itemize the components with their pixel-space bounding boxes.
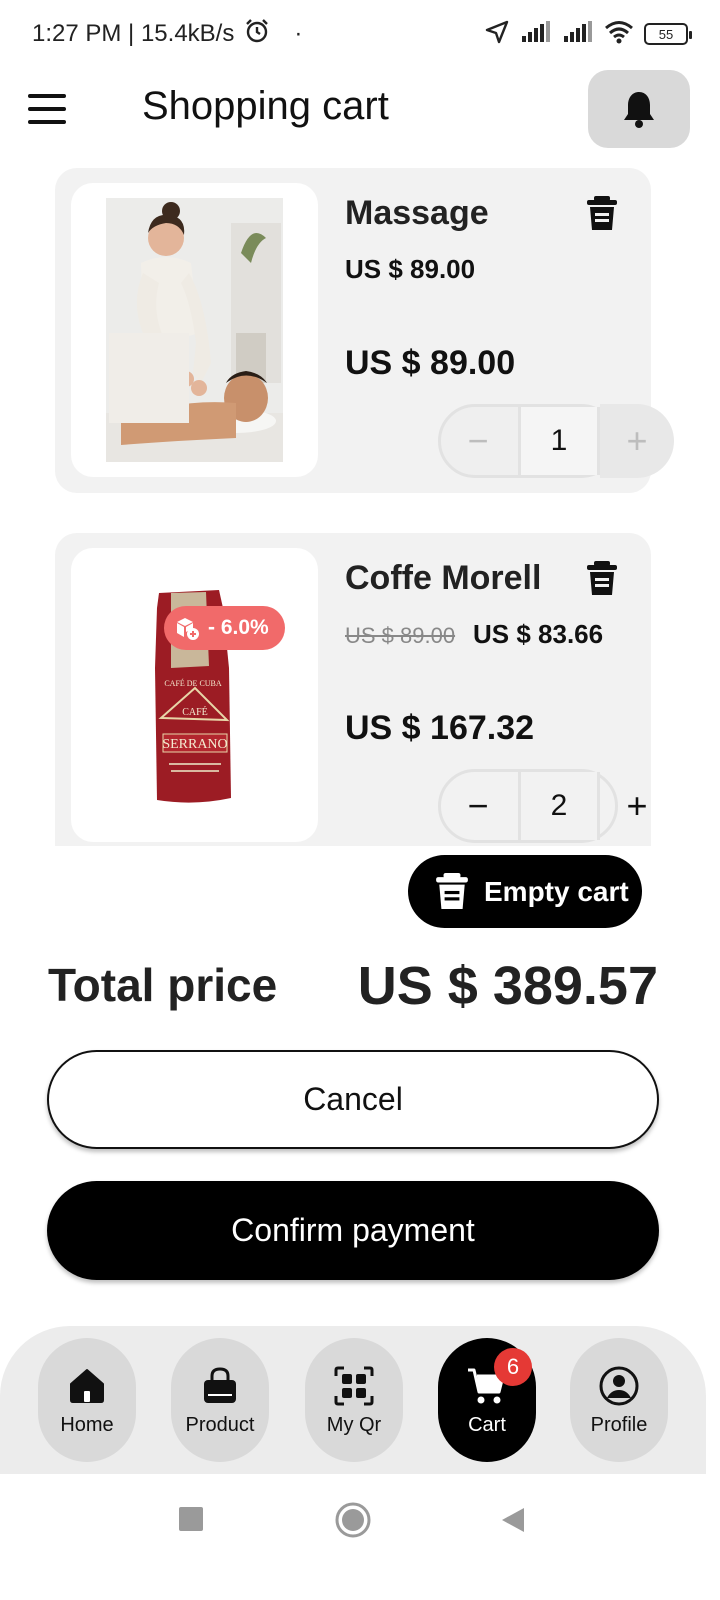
back-button[interactable] xyxy=(500,1506,526,1539)
status-time: 1:27 PM | 15.4kB/s xyxy=(32,20,235,47)
bell-icon xyxy=(624,92,654,128)
location-icon xyxy=(484,19,510,50)
item-subtotal: US $ 89.00 xyxy=(345,344,516,382)
nav-label: Profile xyxy=(590,1413,648,1436)
product-image-coffee: SERRANO CAFÉ CAFÉ DE CUBA - 6.0% xyxy=(71,548,318,842)
delete-item-button[interactable] xyxy=(585,561,619,597)
page-title: Shopping cart xyxy=(142,84,389,128)
system-navigation xyxy=(0,1474,720,1600)
bottom-navigation: Home Product My Qr Cart 6 Profile xyxy=(0,1326,706,1474)
wifi-icon xyxy=(604,20,634,49)
delete-item-button[interactable] xyxy=(585,196,619,232)
bag-icon xyxy=(204,1366,236,1403)
unit-price: US $ 89.00 xyxy=(345,254,476,284)
discount-badge: - 6.0% xyxy=(164,606,285,650)
status-right: 55 xyxy=(484,19,692,50)
qr-icon xyxy=(334,1366,374,1405)
increase-button[interactable]: + xyxy=(600,769,674,843)
square-icon xyxy=(179,1507,203,1531)
package-name: SERRANO xyxy=(162,737,227,752)
notifications-button[interactable] xyxy=(588,70,690,148)
trash-icon xyxy=(587,561,617,595)
app-header: Shopping cart xyxy=(0,68,720,154)
nav-item-profile[interactable]: Profile xyxy=(570,1338,668,1462)
quantity-value: 1 xyxy=(518,407,600,475)
menu-line xyxy=(28,120,66,124)
empty-cart-button[interactable]: Empty cart xyxy=(408,855,642,928)
trash-icon xyxy=(436,872,468,909)
menu-icon[interactable] xyxy=(28,94,66,124)
item-name: Massage xyxy=(345,194,489,232)
profile-icon xyxy=(599,1366,639,1405)
home-icon xyxy=(70,1368,104,1403)
quantity-stepper: − 1 + xyxy=(438,404,674,478)
circle-icon xyxy=(335,1502,371,1538)
nav-item-home[interactable]: Home xyxy=(38,1338,136,1462)
trash-icon xyxy=(587,196,617,230)
decrease-button[interactable]: − xyxy=(438,404,518,478)
nav-label: Product xyxy=(185,1413,255,1436)
total-price-label: Total price xyxy=(48,959,278,1011)
signal-icon xyxy=(520,20,552,48)
original-price: US $ 89.00 xyxy=(345,623,456,648)
recent-apps-button[interactable] xyxy=(178,1506,204,1537)
battery-icon: 55 xyxy=(644,23,692,45)
decrease-button[interactable]: − xyxy=(438,769,518,843)
empty-cart-label: Empty cart xyxy=(484,875,629,907)
item-subtotal: US $ 167.32 xyxy=(345,709,535,747)
item-name: Coffe Morell xyxy=(345,559,542,597)
package-brand: CAFÉ xyxy=(182,706,208,718)
increase-button[interactable]: + xyxy=(600,404,674,478)
product-image-massage xyxy=(71,183,318,477)
nav-item-my-qr[interactable]: My Qr xyxy=(305,1338,403,1462)
discount-tag-icon xyxy=(177,618,199,640)
cancel-button[interactable]: Cancel xyxy=(47,1050,659,1149)
quantity-stepper: − 2 + xyxy=(438,769,674,843)
quantity-value: 2 xyxy=(518,772,600,840)
signal-icon-2 xyxy=(562,20,594,48)
discount-value: - 6.0% xyxy=(208,616,269,639)
status-left: 1:27 PM | 15.4kB/s · xyxy=(32,18,302,51)
status-bar: 1:27 PM | 15.4kB/s · 55 xyxy=(0,0,720,68)
cart-item: Massage US $ 89.00 US $ 89.00 − 1 + xyxy=(55,168,674,493)
discounted-price: US $ 83.66 xyxy=(473,619,604,649)
cart-count-badge: 6 xyxy=(494,1348,532,1386)
menu-line xyxy=(28,94,66,98)
total-price-value: US $ 389.57 xyxy=(357,956,658,1016)
confirm-payment-button[interactable]: Confirm payment xyxy=(47,1181,659,1280)
nav-item-cart[interactable]: Cart 6 xyxy=(438,1338,536,1462)
alarm-icon xyxy=(244,18,270,51)
nav-item-product[interactable]: Product xyxy=(171,1338,269,1462)
cart-item: SERRANO CAFÉ CAFÉ DE CUBA - 6.0% Coffe M… xyxy=(55,533,651,846)
menu-line xyxy=(28,107,66,111)
package-origin: CAFÉ DE CUBA xyxy=(164,678,222,688)
nav-label: Cart xyxy=(468,1413,506,1436)
nav-label: Home xyxy=(60,1413,114,1436)
home-system-button[interactable] xyxy=(335,1502,371,1543)
back-triangle-icon xyxy=(502,1508,524,1532)
nav-label: My Qr xyxy=(326,1413,382,1436)
status-dot: · xyxy=(294,20,303,47)
